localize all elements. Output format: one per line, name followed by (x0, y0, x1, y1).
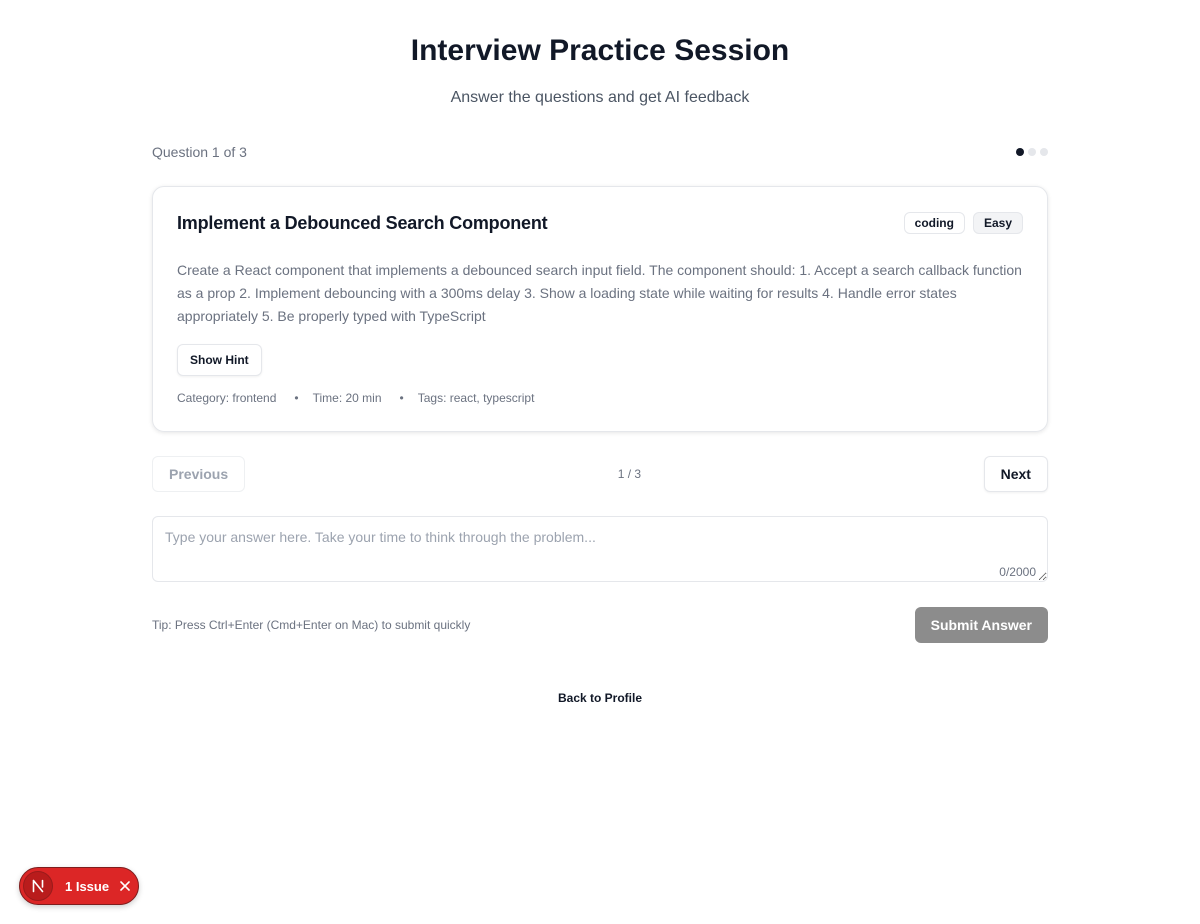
meta-tags: Tags: react, typescript (417, 391, 535, 405)
question-navigation: Previous 1 / 3 Next (152, 456, 1048, 492)
previous-button[interactable]: Previous (152, 456, 246, 492)
page-subtitle: Answer the questions and get AI feedback (450, 89, 750, 106)
page-indicator: 1 / 3 (617, 467, 642, 481)
question-card: Implement a Debounced Search Component c… (152, 186, 1048, 432)
question-meta: Category: frontend • Time: 20 min • Tags… (177, 391, 1023, 405)
back-to-profile-link[interactable]: Back to Profile (152, 691, 1048, 705)
progress-label: Question 1 of 3 (152, 144, 247, 160)
progress-dots (1016, 148, 1048, 156)
close-icon[interactable] (119, 880, 131, 892)
main-content: Question 1 of 3 Implement a Debounced Se… (152, 142, 1048, 705)
answer-textarea[interactable] (152, 516, 1048, 582)
nextjs-icon[interactable] (23, 871, 53, 901)
show-hint-button[interactable]: Show Hint (177, 344, 262, 376)
question-description: Create a React component that implements… (177, 262, 1022, 324)
page-title: Interview Practice Session (410, 34, 790, 67)
char-count: 0/2000 (999, 565, 1036, 579)
meta-category: Category: frontend (177, 391, 277, 405)
answer-wrapper: 0/2000 (152, 516, 1048, 587)
issue-count-label[interactable]: 1 Issue (65, 879, 109, 894)
progress-dot-1[interactable] (1016, 148, 1024, 156)
keyboard-tip: Tip: Press Ctrl+Enter (Cmd+Enter on Mac)… (152, 618, 471, 632)
question-header: Implement a Debounced Search Component c… (177, 211, 1023, 235)
dev-issues-badge[interactable]: 1 Issue (19, 867, 139, 905)
progress-dot-3[interactable] (1040, 148, 1048, 156)
difficulty-badge: Easy (972, 212, 1023, 234)
page-header: Interview Practice Session Answer the qu… (0, 0, 1200, 108)
meta-separator: • (294, 391, 299, 405)
next-button[interactable]: Next (983, 456, 1048, 492)
type-badge: coding (903, 212, 965, 234)
meta-separator: • (399, 391, 404, 405)
submit-answer-button[interactable]: Submit Answer (914, 607, 1048, 643)
progress-dot-2[interactable] (1028, 148, 1036, 156)
submit-row: Tip: Press Ctrl+Enter (Cmd+Enter on Mac)… (152, 607, 1048, 643)
question-title: Implement a Debounced Search Component (177, 212, 548, 233)
question-badges: coding Easy (903, 212, 1023, 234)
meta-time: Time: 20 min (312, 391, 382, 405)
progress-row: Question 1 of 3 (152, 142, 1048, 162)
